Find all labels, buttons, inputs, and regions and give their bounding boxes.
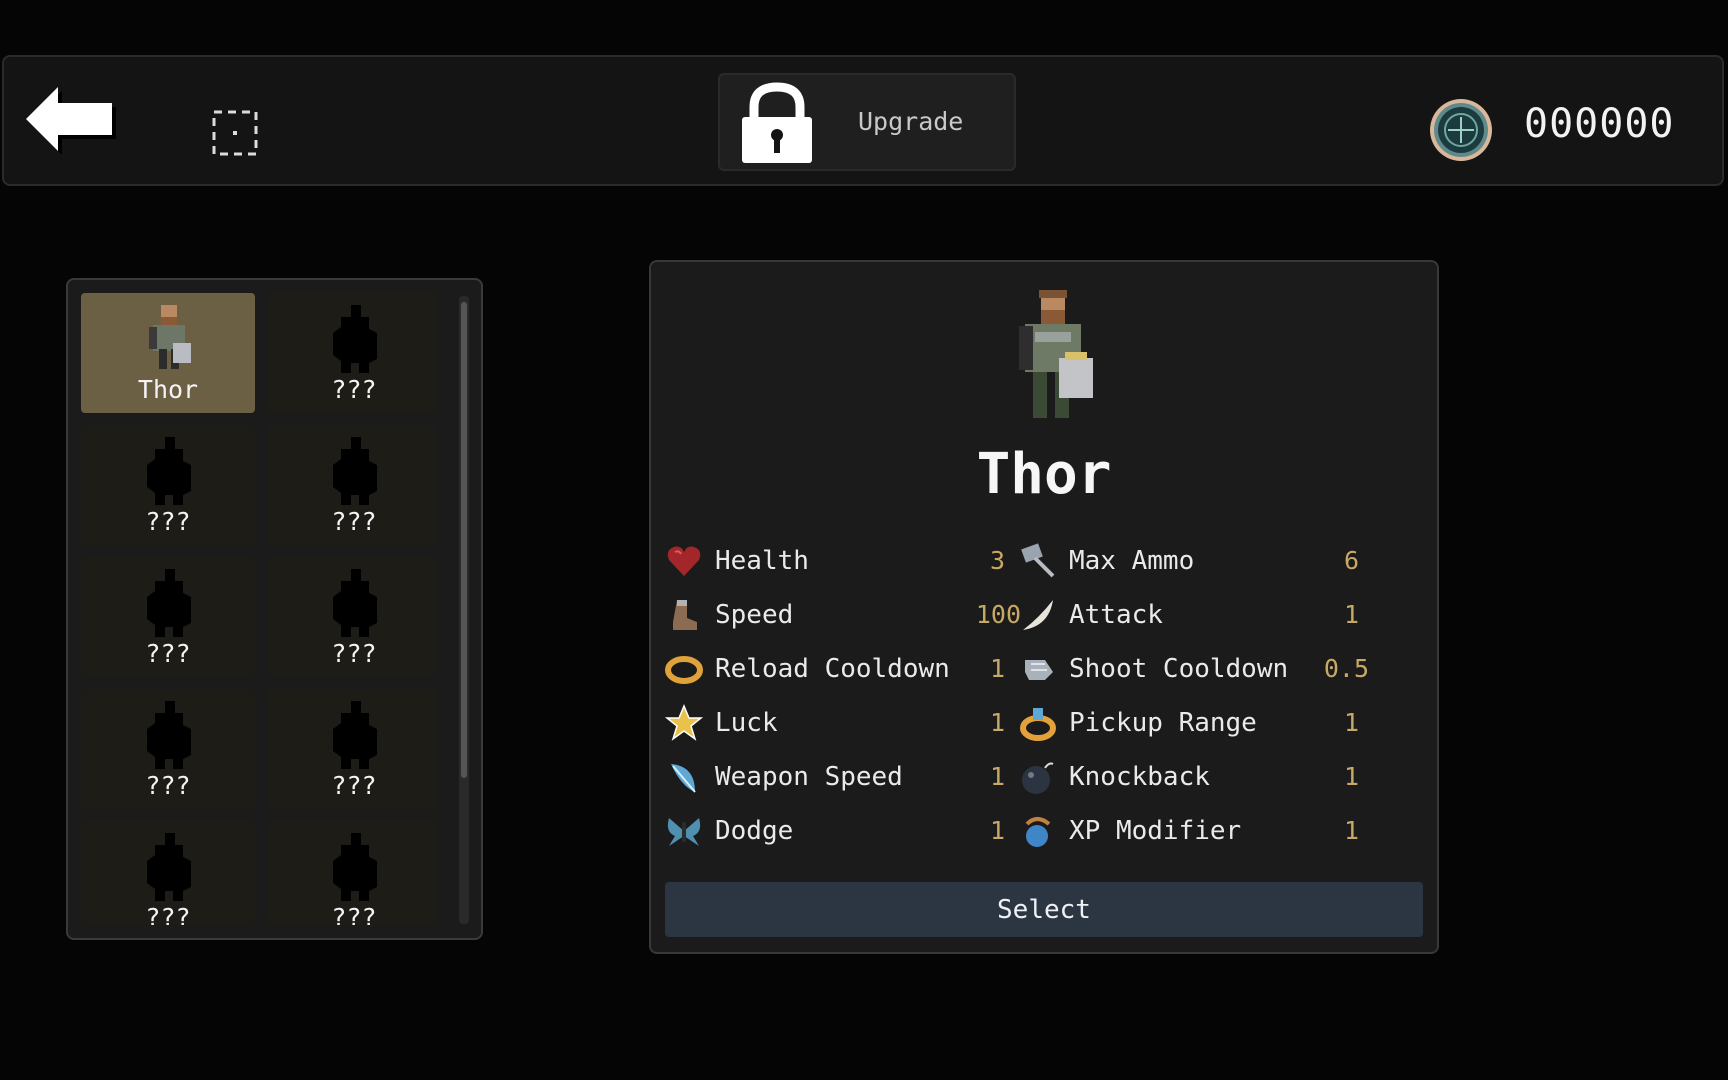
locked-silhouette-icon — [147, 701, 191, 769]
thor-sprite-icon — [149, 305, 191, 369]
scrollbar-thumb[interactable] — [461, 302, 467, 778]
character-card-locked[interactable]: ??? — [81, 557, 255, 677]
stat-pickup-range: Pickup Range 1 — [1019, 702, 1359, 742]
character-name: ??? — [331, 771, 377, 800]
stat-max-ammo: Max Ammo 6 — [1019, 540, 1359, 580]
potion-icon — [1025, 817, 1051, 847]
stat-value: 1 — [989, 654, 1005, 683]
locked-silhouette-icon — [333, 437, 377, 505]
stat-label: Luck — [715, 708, 778, 738]
stat-value: 0.5 — [1323, 654, 1369, 683]
stat-label: Shoot Cooldown — [1069, 654, 1289, 684]
character-name: Thor — [137, 375, 199, 404]
gauntlet-icon — [1025, 660, 1053, 680]
character-name: ??? — [145, 507, 191, 536]
stat-value: 1 — [1343, 600, 1359, 629]
character-detail-panel: Thor Health 3 Speed 100 Reload Cooldown … — [649, 260, 1439, 954]
stat-label: XP Modifier — [1069, 816, 1242, 846]
character-list-scrollbar[interactable] — [459, 296, 469, 924]
stat-value: 1 — [989, 762, 1005, 791]
locked-silhouette-icon — [147, 437, 191, 505]
character-card-thor[interactable]: Thor — [81, 293, 255, 413]
stat-value: 1 — [989, 708, 1005, 737]
stat-reload-cooldown: Reload Cooldown 1 — [665, 648, 1005, 688]
bomb-icon — [1022, 762, 1054, 794]
character-card-locked[interactable]: ??? — [81, 821, 255, 925]
stat-health: Health 3 — [665, 540, 1005, 580]
stat-dodge: Dodge 1 — [665, 810, 1005, 850]
stat-value: 3 — [989, 546, 1005, 575]
locked-silhouette-icon — [333, 833, 377, 901]
character-card-locked[interactable]: ??? — [267, 689, 437, 809]
hammer-icon — [1021, 543, 1055, 578]
select-label: Select — [997, 895, 1091, 925]
character-card-locked[interactable]: ??? — [267, 821, 437, 925]
coin-icon — [1430, 99, 1492, 161]
stat-value: 1 — [1343, 708, 1359, 737]
stat-luck: Luck 1 — [665, 702, 1005, 742]
character-name: ??? — [145, 903, 191, 925]
locked-silhouette-icon — [333, 701, 377, 769]
character-card-locked[interactable]: ??? — [267, 557, 437, 677]
stat-speed: Speed 100 — [665, 594, 1021, 634]
character-list: Thor ??? ??? ??? ??? ??? ??? ??? ??? ??? — [66, 278, 483, 940]
star-icon — [665, 704, 703, 741]
boot-icon — [673, 600, 697, 630]
heart-icon — [667, 546, 701, 576]
stat-label: Pickup Range — [1069, 708, 1257, 738]
stat-label: Knockback — [1069, 762, 1210, 792]
character-name: ??? — [331, 903, 377, 925]
stat-knockback: Knockback 1 — [1019, 756, 1359, 796]
character-card-locked[interactable]: ??? — [81, 425, 255, 545]
stat-weapon-speed: Weapon Speed 1 — [665, 756, 1005, 796]
fullscreen-button[interactable] — [212, 110, 258, 156]
character-select-screen: Upgrade 000000 Thor ??? ??? ??? ??? ??? … — [0, 0, 1728, 1080]
top-bar: Upgrade 000000 — [2, 55, 1724, 186]
character-card-locked[interactable]: ??? — [267, 425, 437, 545]
stat-label: Health — [715, 546, 809, 576]
stat-xp-modifier: XP Modifier 1 — [1019, 810, 1359, 850]
locked-silhouette-icon — [147, 833, 191, 901]
character-title: Thor — [976, 442, 1112, 507]
stat-attack: Attack 1 — [1019, 594, 1359, 634]
character-card-locked[interactable]: ??? — [81, 689, 255, 809]
stat-label: Weapon Speed — [715, 762, 903, 792]
character-name: ??? — [331, 375, 377, 404]
stat-label: Dodge — [715, 816, 794, 846]
upgrade-button[interactable]: Upgrade — [718, 73, 1016, 171]
character-name: ??? — [331, 507, 377, 536]
select-button[interactable]: Select — [665, 882, 1423, 937]
stat-value: 1 — [989, 816, 1005, 845]
stat-value: 6 — [1343, 546, 1359, 575]
fullscreen-icon — [212, 110, 258, 156]
character-name: ??? — [145, 639, 191, 668]
back-button[interactable] — [24, 87, 120, 157]
locked-silhouette-icon — [333, 569, 377, 637]
butterfly-icon — [667, 818, 701, 846]
stat-value: 1 — [1343, 816, 1359, 845]
locked-silhouette-icon — [333, 305, 377, 373]
stat-label: Max Ammo — [1069, 546, 1195, 576]
ring-icon — [665, 656, 703, 684]
character-name: ??? — [145, 771, 191, 800]
stat-label: Attack — [1069, 600, 1163, 630]
arrow-left-icon — [26, 87, 116, 155]
magnet-ring-icon — [1020, 708, 1056, 741]
thor-portrait-icon — [1019, 290, 1093, 418]
stat-value: 100 — [975, 600, 1021, 629]
character-grid: Thor ??? ??? ??? ??? ??? ??? ??? ??? ??? — [81, 293, 437, 925]
lock-icon — [742, 82, 812, 163]
locked-silhouette-icon — [147, 569, 191, 637]
stat-label: Speed — [715, 600, 794, 630]
upgrade-label: Upgrade — [858, 107, 964, 136]
character-name: ??? — [331, 639, 377, 668]
stat-value: 1 — [1343, 762, 1359, 791]
currency-value: 000000 — [1524, 101, 1675, 147]
stat-label: Reload Cooldown — [715, 654, 950, 684]
character-card-locked[interactable]: ??? — [267, 293, 437, 413]
feather-icon — [671, 764, 696, 793]
stat-shoot-cooldown: Shoot Cooldown 0.5 — [1019, 648, 1369, 688]
fang-icon — [1023, 600, 1053, 630]
